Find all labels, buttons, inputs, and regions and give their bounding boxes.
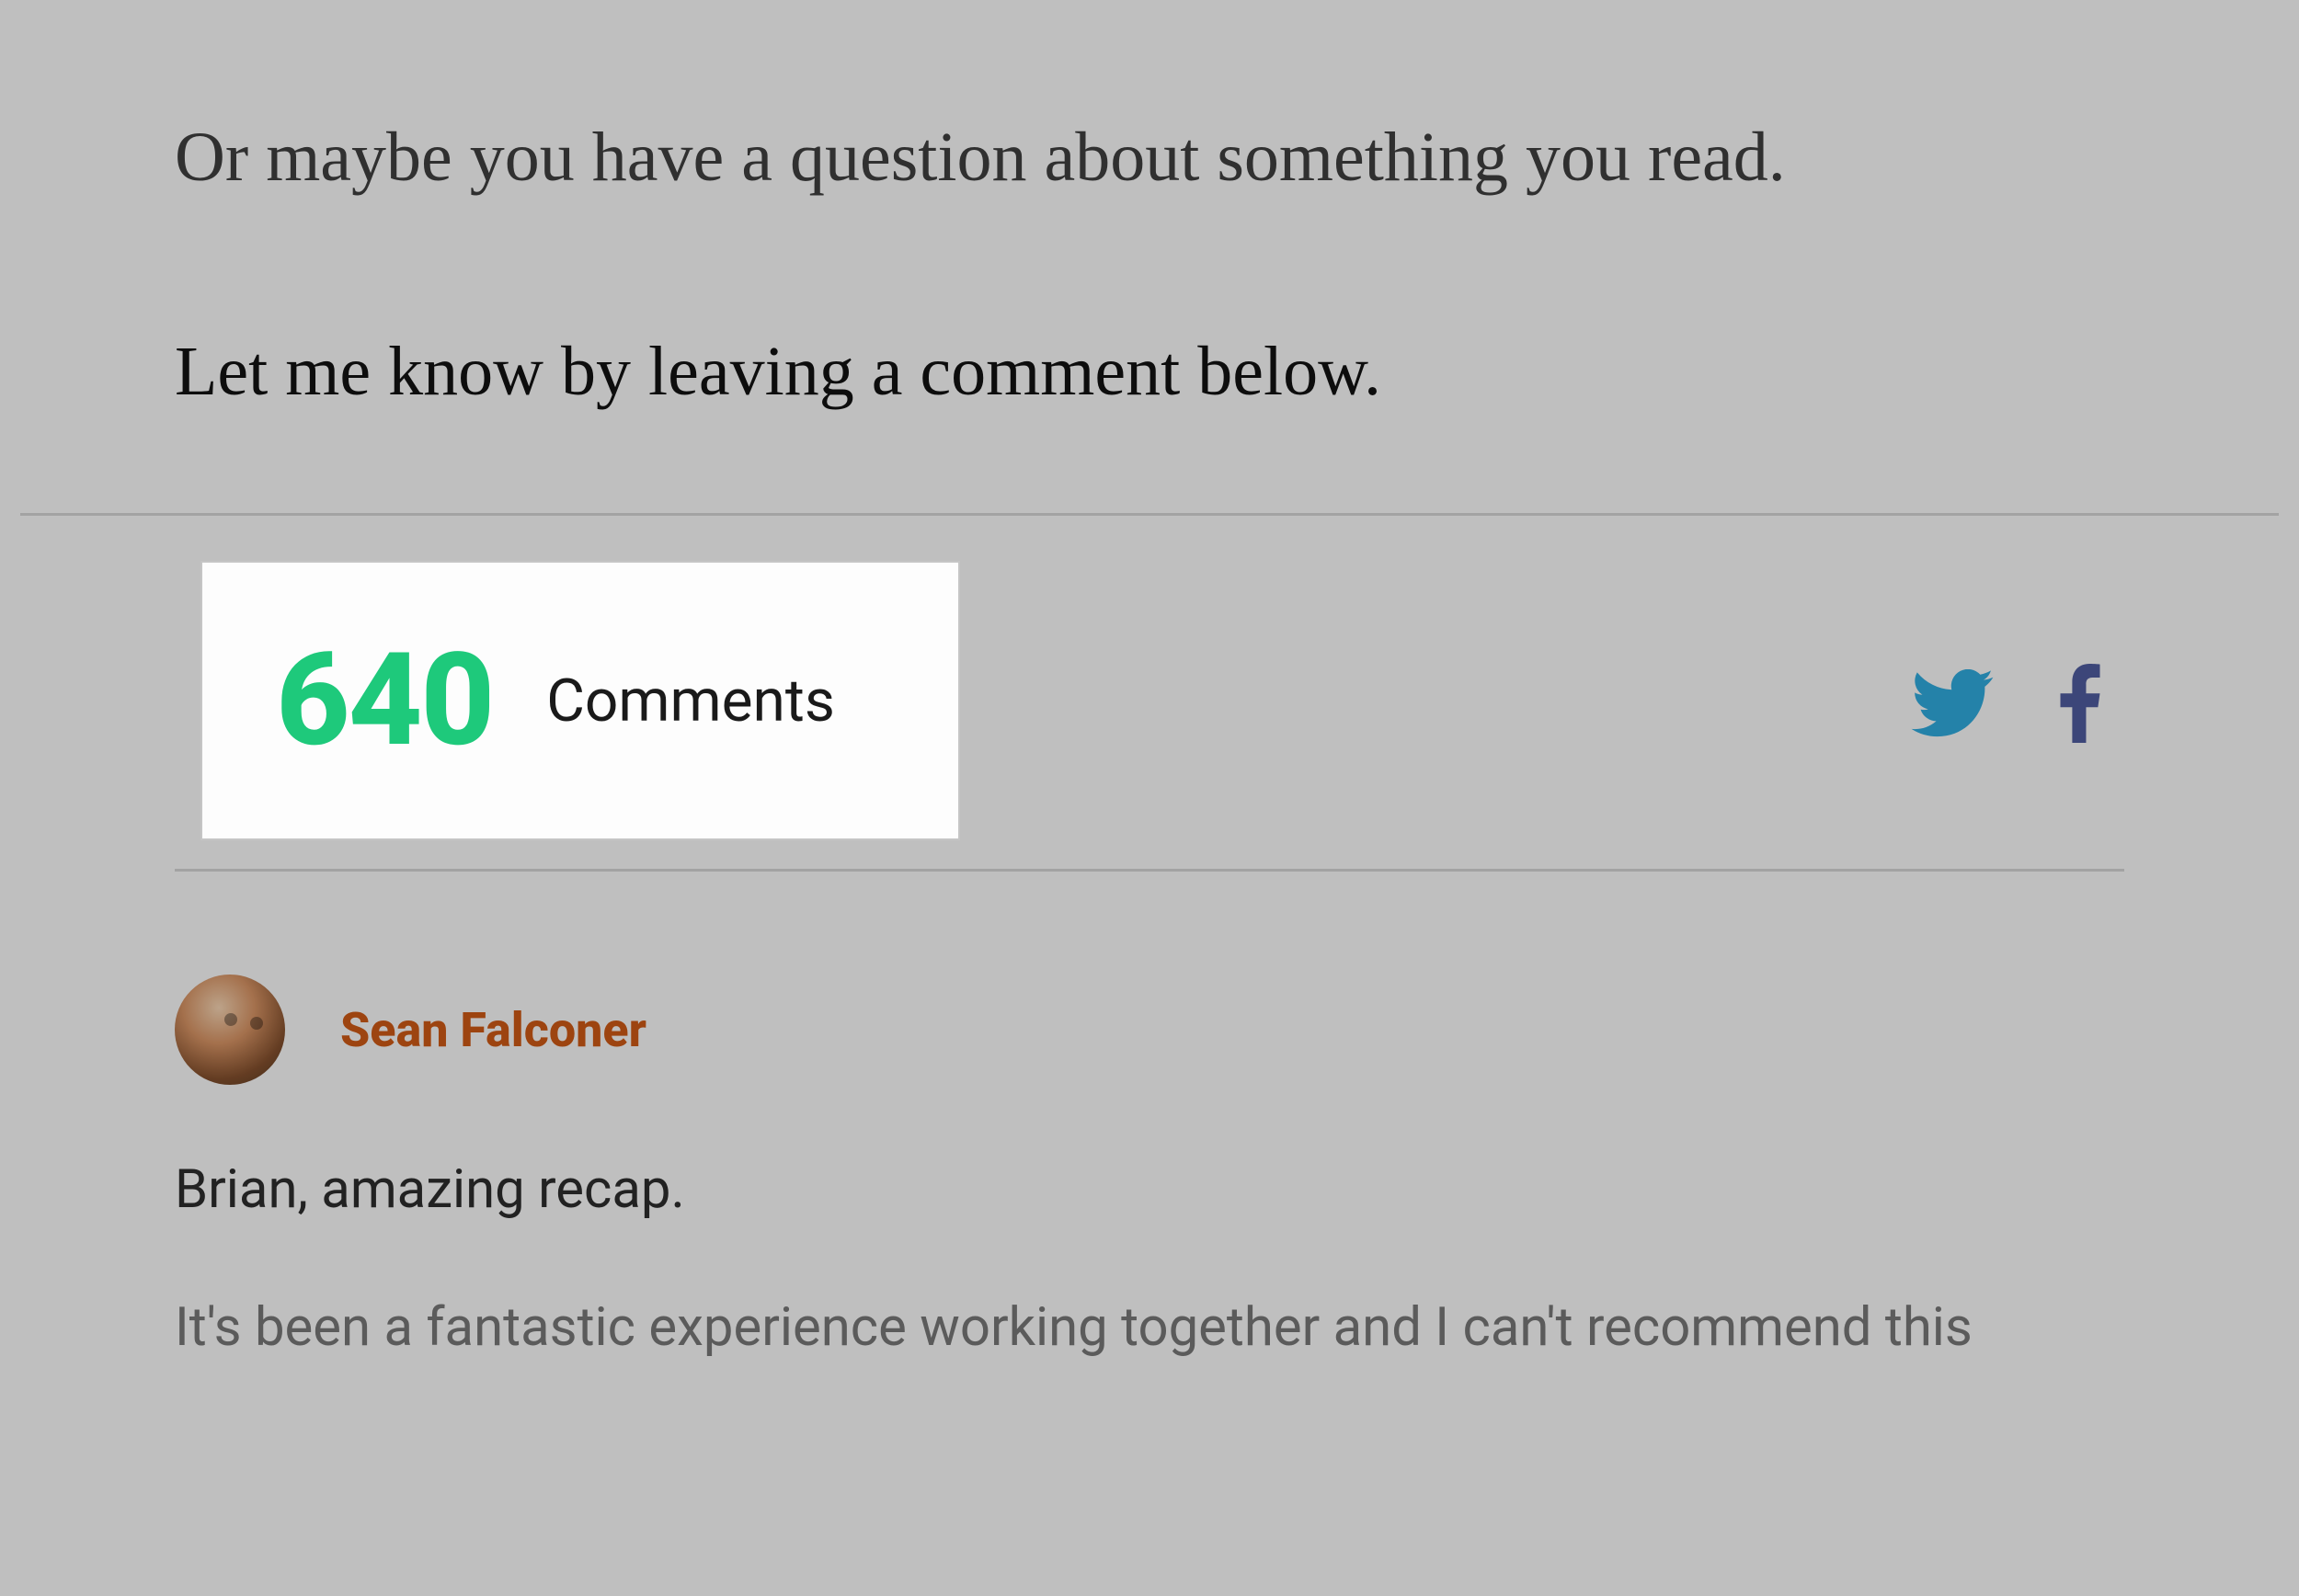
comments-count-box[interactable]: 640 Comments [202, 563, 958, 838]
comments-count-label: Comments [546, 667, 835, 735]
comments-count-number: 640 [276, 625, 493, 776]
article-body: Or maybe you have a question about somet… [0, 0, 2299, 513]
comment-body-line: It's been a fantastic experience working… [175, 1287, 2124, 1370]
comment-author-link[interactable]: Sean Falconer [340, 1002, 646, 1058]
comment-body-line: Brian, amazing recap. [175, 1149, 2124, 1232]
facebook-icon[interactable] [2058, 664, 2102, 743]
article-paragraph: Let me know by leaving a comment below. [175, 325, 2124, 419]
comment-header: Sean Falconer [175, 975, 2124, 1085]
comments-divider [175, 869, 2124, 872]
article-paragraph: Or maybe you have a question about somet… [175, 110, 2124, 205]
section-divider [20, 513, 2279, 516]
avatar[interactable] [175, 975, 285, 1085]
comment-item: Sean Falconer Brian, amazing recap. It's… [175, 975, 2124, 1425]
twitter-icon[interactable] [1911, 669, 1994, 737]
share-buttons [1911, 664, 2102, 743]
page-root: Or maybe you have a question about somet… [0, 0, 2299, 1596]
comments-header-bar: 640 Comments [175, 588, 2124, 864]
